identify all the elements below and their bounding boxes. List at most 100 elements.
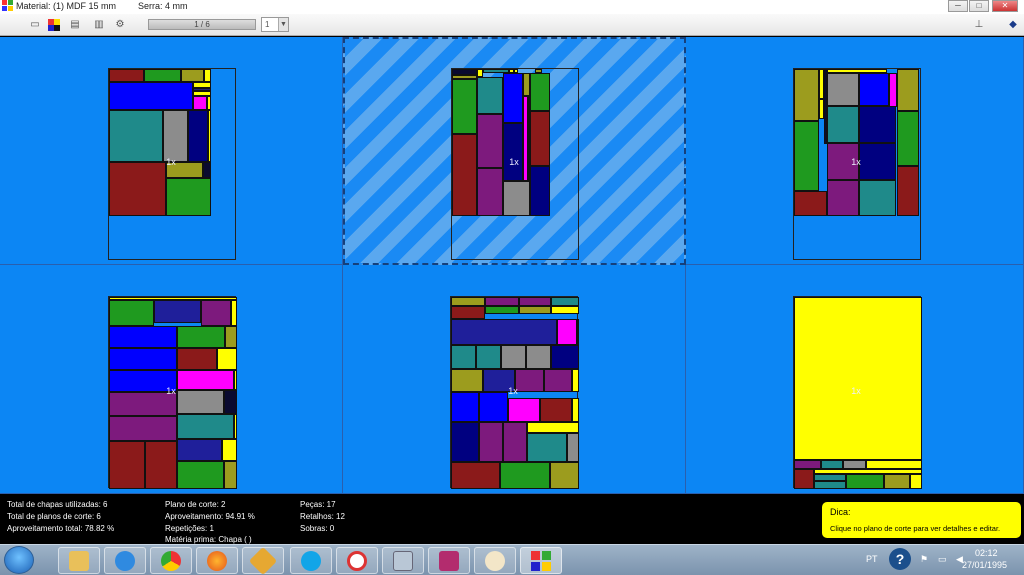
cut-piece bbox=[530, 73, 550, 111]
cut-piece bbox=[503, 181, 530, 216]
print-icon[interactable]: ▤ bbox=[68, 18, 82, 32]
cut-piece bbox=[551, 297, 579, 306]
cut-piece bbox=[567, 433, 579, 462]
cut-piece bbox=[814, 474, 846, 481]
cut-piece bbox=[477, 168, 503, 216]
cut-piece bbox=[452, 134, 477, 216]
paint-taskbar-button[interactable] bbox=[474, 547, 516, 574]
cut-piece bbox=[217, 348, 237, 370]
cut-piece bbox=[479, 422, 503, 462]
cut-piece bbox=[859, 180, 896, 216]
plan-repeat-label: 1x bbox=[509, 157, 519, 167]
start-button[interactable] bbox=[4, 546, 34, 574]
cut-piece bbox=[144, 69, 181, 82]
page-select[interactable]: 1 ▼ bbox=[261, 17, 289, 32]
clock-time[interactable]: 02:12 bbox=[975, 548, 998, 558]
winrar-taskbar-button[interactable] bbox=[428, 547, 470, 574]
cutting-app-taskbar-button[interactable] bbox=[520, 547, 562, 574]
cut-piece bbox=[501, 345, 526, 369]
cut-piece bbox=[557, 319, 577, 345]
book-icon[interactable]: ◆ bbox=[1006, 18, 1020, 32]
page-indicator: 1 / 6 bbox=[148, 19, 256, 30]
language-indicator[interactable]: PT bbox=[866, 554, 878, 564]
color-palette-icon[interactable] bbox=[47, 18, 61, 32]
pin-icon[interactable]: ⊥ bbox=[972, 18, 986, 32]
help-icon[interactable]: ? bbox=[889, 548, 911, 570]
paint-icon bbox=[485, 550, 505, 571]
cut-piece bbox=[109, 348, 177, 370]
cut-piece bbox=[201, 300, 231, 326]
plan-repeat-label: 1x bbox=[166, 157, 176, 167]
cut-piece bbox=[207, 96, 211, 110]
tip-title: Dica: bbox=[830, 507, 851, 517]
plano-corte-text: Plano de corte: 2 bbox=[165, 500, 226, 509]
minimize-button[interactable]: ─ bbox=[948, 0, 968, 12]
flag-icon[interactable]: ⚑ bbox=[920, 554, 928, 565]
cut-piece bbox=[794, 69, 819, 121]
plan-cell-2-selected[interactable]: 1x bbox=[343, 37, 686, 265]
cut-piece bbox=[177, 439, 222, 461]
plan-cell-3[interactable]: 1x bbox=[686, 37, 1024, 265]
folder-icon bbox=[69, 550, 89, 571]
cut-piece bbox=[794, 469, 814, 489]
cut-piece bbox=[551, 306, 579, 314]
network-taskbar-button[interactable] bbox=[336, 547, 378, 574]
cut-piece bbox=[519, 306, 551, 314]
chevron-down-icon[interactable]: ▼ bbox=[278, 18, 288, 31]
clock-date[interactable]: 27/01/1995 bbox=[962, 560, 1007, 570]
cut-piece bbox=[177, 348, 217, 370]
repeticoes-text: Repetições: 1 bbox=[165, 524, 214, 533]
cut-piece bbox=[503, 422, 527, 462]
cut-piece bbox=[527, 422, 579, 433]
tip-text: Clique no plano de corte para ver detalh… bbox=[830, 524, 1001, 533]
cut-piece bbox=[109, 441, 145, 489]
cut-piece bbox=[530, 111, 550, 166]
cut-piece bbox=[910, 474, 922, 489]
cut-piece bbox=[177, 326, 225, 348]
plan-repeat-label: 1x bbox=[851, 386, 861, 396]
cutting-app-icon bbox=[531, 550, 551, 571]
maximize-button[interactable]: □ bbox=[969, 0, 989, 12]
cut-piece bbox=[527, 433, 567, 462]
cut-piece bbox=[109, 82, 193, 110]
cut-piece bbox=[572, 398, 579, 422]
cut-piece bbox=[859, 73, 889, 106]
cut-piece bbox=[109, 326, 177, 348]
app-taskbar-button[interactable] bbox=[242, 546, 284, 575]
plan-cell-5[interactable]: 1x bbox=[343, 265, 686, 494]
print-preview-icon[interactable]: ▥ bbox=[92, 18, 106, 32]
skype-taskbar-button[interactable] bbox=[290, 547, 332, 574]
ie-taskbar-button[interactable] bbox=[104, 547, 146, 574]
cut-piece bbox=[479, 392, 508, 422]
close-button[interactable]: ✕ bbox=[992, 0, 1018, 12]
cut-piece bbox=[477, 77, 503, 114]
serra-label: Serra: 4 mm bbox=[138, 1, 188, 11]
cut-piece bbox=[181, 69, 204, 82]
cut-piece bbox=[866, 460, 922, 469]
cut-piece bbox=[188, 110, 208, 162]
title-bar: Material: (1) MDF 15 mm Serra: 4 mm ─ □ … bbox=[0, 0, 1024, 14]
calculator-taskbar-button[interactable] bbox=[382, 547, 424, 574]
firefox-taskbar-button[interactable] bbox=[196, 547, 238, 574]
cut-piece bbox=[503, 73, 523, 123]
firefox-icon bbox=[207, 550, 227, 571]
cut-piece bbox=[203, 162, 211, 178]
save-icon[interactable]: ▭ bbox=[28, 18, 42, 32]
network-status-icon[interactable]: ▭ bbox=[938, 554, 947, 565]
cut-piece bbox=[177, 390, 224, 414]
cut-piece bbox=[897, 111, 919, 166]
chrome-taskbar-button[interactable] bbox=[150, 547, 192, 574]
cut-piece bbox=[177, 461, 224, 489]
plan-cell-6[interactable]: 1x bbox=[686, 265, 1024, 494]
explorer-taskbar-button[interactable] bbox=[58, 547, 100, 574]
cut-piece bbox=[451, 306, 485, 319]
cut-piece bbox=[540, 398, 572, 422]
cut-piece bbox=[208, 110, 211, 162]
settings-icon[interactable]: ⚙ bbox=[113, 18, 127, 32]
plan-cell-4[interactable]: 1x bbox=[0, 265, 343, 494]
network-icon bbox=[347, 550, 367, 571]
cut-piece bbox=[846, 474, 884, 489]
cut-piece bbox=[794, 460, 821, 469]
cut-piece bbox=[827, 180, 859, 216]
plan-cell-1[interactable]: 1x bbox=[0, 37, 343, 265]
